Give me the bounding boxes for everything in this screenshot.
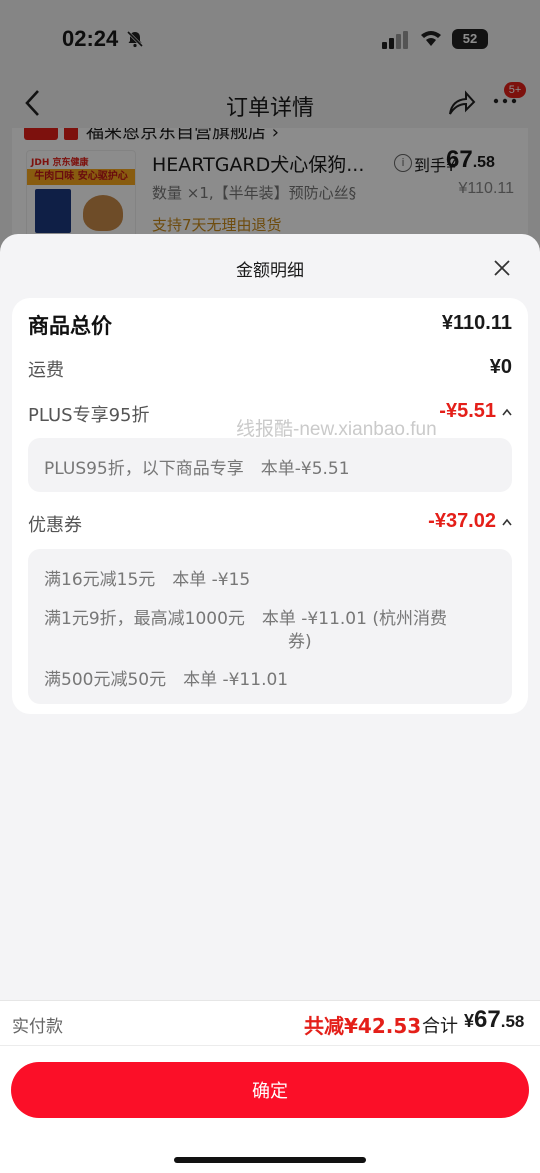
plus-detail-box: PLUS95折，以下商品专享 本单-¥5.51 [28,438,512,492]
home-indicator[interactable] [174,1157,366,1163]
shipping-label: 运费 [28,360,64,381]
chevron-up-icon [502,408,512,416]
sum-value: ¥67.58 [464,1006,525,1033]
plus-discount-value[interactable]: -¥5.51 [439,400,512,423]
amount-card: 商品总价 ¥110.11 运费 ¥0 PLUS专享95折 -¥5.51 PLUS… [12,298,528,714]
plus-discount-label: PLUS专享95折 [28,405,150,426]
watermark: 线报酷-new.xianbao.fun [236,419,437,440]
coupon-detail-box: 满16元减15元 本单 -¥15 满1元9折，最高减1000元 本单 -¥11.… [28,549,512,704]
order-detail-page: 02:24 52 订单详情 5+ 福来恩京东自营旗舰店 › JDH 京东健康 牛… [0,0,540,260]
sheet-title: 金额明细 [236,261,304,281]
coupon-value[interactable]: -¥37.02 [428,510,512,533]
total-saved: 共减¥42.53 [304,1014,422,1038]
coupon-detail-line-cont: 券) [288,632,312,652]
sum-label: 合计 [422,1016,458,1037]
confirm-button[interactable]: 确定 [11,1062,529,1118]
coupon-detail-line: 满1元9折，最高减1000元 本单 -¥11.01 (杭州消费 [44,609,447,629]
goods-total-label: 商品总价 [28,314,112,338]
coupon-label: 优惠券 [28,515,82,536]
coupon-detail-line: 满16元减15元 本单 -¥15 [44,570,251,590]
goods-total-value: ¥110.11 [441,312,512,334]
coupon-detail-line: 满500元减50元 本单 -¥11.01 [44,670,289,690]
divider [0,1000,540,1001]
payment-footer: 实付款 共减¥42.53 合计 ¥67.58 确定 [0,1000,540,1173]
chevron-up-icon [502,518,512,526]
close-icon[interactable] [492,258,512,278]
divider [0,1045,540,1046]
paid-label: 实付款 [12,1017,63,1037]
plus-detail-line: PLUS95折，以下商品专享 本单-¥5.51 [44,459,350,479]
shipping-value: ¥0 [489,356,512,378]
modal-backdrop[interactable] [0,0,540,260]
